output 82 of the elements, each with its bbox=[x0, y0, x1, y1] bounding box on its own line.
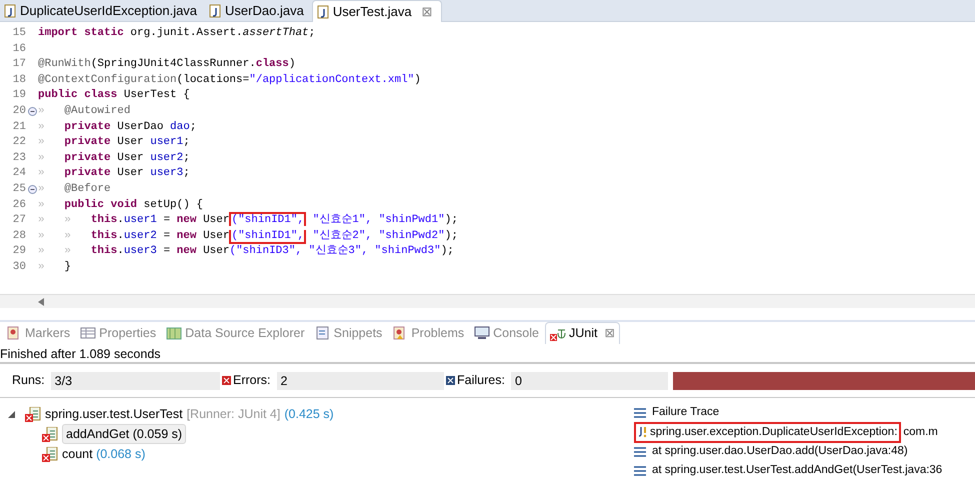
test-error-icon bbox=[42, 446, 58, 462]
view-tab[interactable]: Console bbox=[470, 322, 543, 344]
code-line: » » this.user3 = new User("shinID3", "신효순3", "shinPwd3"); bbox=[38, 244, 454, 260]
line-number: 29 bbox=[12, 244, 27, 260]
code-line: » private User user3; bbox=[38, 166, 190, 182]
snippet-icon bbox=[314, 326, 331, 340]
line-number: 30 bbox=[12, 260, 27, 275]
code-line: import static org.junit.Assert.assertThat; bbox=[38, 26, 316, 41]
view-tab[interactable]: JUnit ⊠ bbox=[544, 322, 620, 344]
close-icon[interactable]: ⊠ bbox=[604, 324, 616, 343]
line-number: 19 bbox=[12, 88, 27, 104]
trace-line[interactable]: spring.user.exception.DuplicateUserIdException: bbox=[650, 424, 898, 442]
code-line: » » this.user1 = new User ("shinID1", "신효순1", "shinPwd1"); bbox=[38, 213, 458, 228]
code-line: » } bbox=[38, 260, 72, 275]
code-line: » private UserDao dao; bbox=[38, 120, 196, 135]
tree-item[interactable]: count (0.068 s) bbox=[62, 444, 146, 464]
line-number: 16 bbox=[12, 42, 27, 57]
code-line: public class UserTest { bbox=[38, 88, 190, 104]
exception-icon bbox=[638, 426, 648, 439]
runner-label: [Runner: JUnit 4] bbox=[186, 406, 280, 423]
line-number: 26 bbox=[12, 198, 27, 213]
code-line: » » this.user2 = new User ("shinID1", "신효순2", "shinPwd2"); bbox=[38, 228, 458, 244]
editor-tab[interactable]: DuplicateUserIdException.java bbox=[0, 0, 206, 22]
line-number: 25 bbox=[12, 182, 27, 197]
code-line: » private User user2; bbox=[38, 150, 190, 166]
line-number: 22 bbox=[12, 135, 27, 150]
test-error-icon bbox=[25, 406, 41, 422]
junit-icon bbox=[550, 326, 566, 340]
tree-item[interactable]: spring.user.test.UserTest bbox=[45, 404, 183, 424]
trace-line[interactable]: at spring.user.test.UserTest.addAndGet(UserTest.java:36 bbox=[652, 462, 942, 480]
errors-label: Errors: bbox=[232, 372, 272, 390]
expanded-icon[interactable] bbox=[8, 410, 15, 418]
trace-title: Failure Trace bbox=[652, 404, 720, 420]
close-icon[interactable]: ⊠ bbox=[422, 2, 433, 22]
failures-label: Failures: bbox=[456, 372, 506, 390]
code-line: » public void setUp() { bbox=[38, 198, 204, 213]
line-number: 21 bbox=[12, 120, 27, 135]
highlight-box: ("shinID1", bbox=[229, 212, 306, 226]
editor-tab[interactable]: UserDao.java bbox=[205, 0, 312, 22]
collapse-icon[interactable] bbox=[28, 185, 37, 194]
line-number: 18 bbox=[12, 72, 27, 88]
stack-frame-icon bbox=[634, 466, 646, 476]
java-file-icon bbox=[316, 4, 329, 18]
code-line: @RunWith(SpringJUnit4ClassRunner.class) bbox=[38, 57, 296, 72]
collapse-icon[interactable] bbox=[28, 107, 37, 116]
runs-label: Runs: bbox=[11, 372, 46, 390]
trace-line[interactable]: at spring.user.dao.UserDao.add(UserDao.java:48) bbox=[652, 442, 908, 460]
monitor-icon bbox=[474, 326, 490, 340]
code-line: » @Before bbox=[38, 182, 111, 197]
code-line: @ContextConfiguration(locations="/applicationContext.xml") bbox=[38, 72, 421, 88]
line-number: 28 bbox=[12, 228, 27, 244]
trace-line[interactable]: com.m bbox=[903, 424, 938, 442]
scroll-left-icon[interactable] bbox=[38, 298, 44, 306]
line-number: 15 bbox=[12, 26, 27, 41]
error-icon bbox=[222, 376, 231, 385]
errors-count: 2 bbox=[276, 372, 444, 390]
code-line: » private User user1; bbox=[38, 135, 190, 150]
list-icon bbox=[634, 408, 646, 418]
line-number: 23 bbox=[12, 150, 27, 166]
runs-count: 3/3 bbox=[50, 372, 220, 390]
view-tab[interactable]: Problems bbox=[388, 322, 468, 344]
editor-tab[interactable]: UserTest.java ⊠ bbox=[312, 0, 442, 22]
line-number: 17 bbox=[12, 57, 27, 72]
view-tab[interactable]: Snippets bbox=[310, 322, 386, 344]
failures-count: 0 bbox=[510, 372, 668, 390]
highlight-box: ("shinID1", bbox=[229, 230, 306, 244]
tree-item[interactable]: addAndGet (0.059 s) bbox=[62, 424, 186, 444]
status-text: Finished after 1.089 seconds bbox=[0, 344, 975, 364]
table-icon bbox=[80, 326, 96, 340]
line-number: 24 bbox=[12, 166, 27, 182]
code-line: » @Autowired bbox=[38, 104, 130, 119]
view-tab[interactable]: Data Source Explorer bbox=[162, 322, 309, 344]
failure-icon bbox=[446, 376, 455, 385]
java-file-icon bbox=[209, 4, 222, 18]
stack-frame-icon bbox=[634, 446, 646, 456]
view-tab[interactable]: Properties bbox=[76, 322, 160, 344]
line-number: 27 bbox=[12, 213, 27, 228]
view-tab[interactable]: Markers bbox=[2, 322, 74, 344]
duration: (0.425 s) bbox=[284, 406, 334, 423]
java-file-icon bbox=[4, 4, 16, 18]
line-number: 20 bbox=[12, 104, 27, 119]
test-error-icon bbox=[42, 426, 58, 442]
